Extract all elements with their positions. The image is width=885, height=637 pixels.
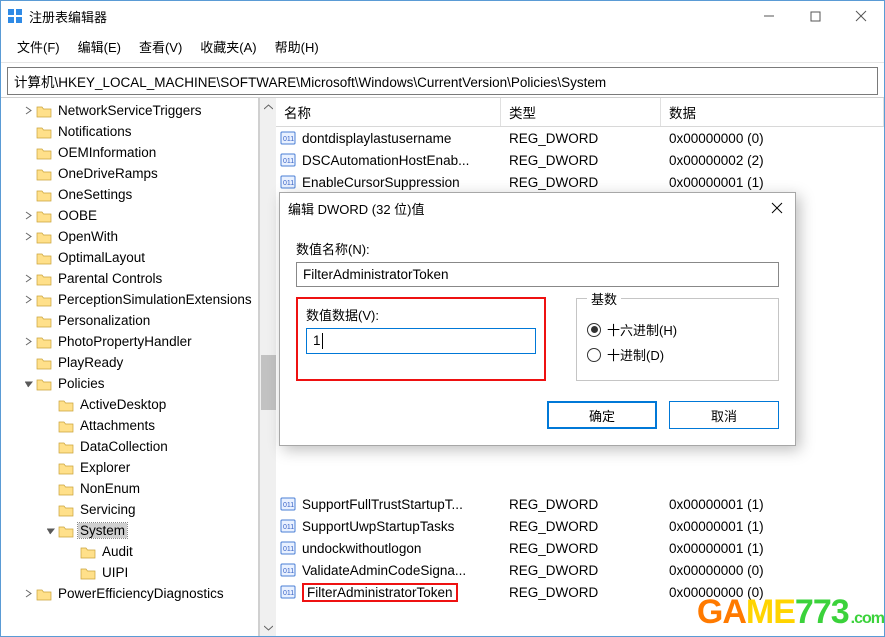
tree-item[interactable]: PhotoPropertyHandler [1,331,258,352]
value-data-label: 数值数据(V): [306,305,536,324]
tree-item[interactable]: Notifications [1,121,258,142]
value-row[interactable]: 011EnableCursorSuppressionREG_DWORD0x000… [276,171,884,193]
svg-text:011: 011 [283,568,294,575]
scroll-up-icon[interactable] [260,98,276,115]
ok-button[interactable]: 确定 [547,401,657,429]
value-row[interactable]: 011dontdisplaylastusernameREG_DWORD0x000… [276,127,884,149]
tree-item[interactable]: OEMInformation [1,142,258,163]
app-icon [7,8,23,24]
tree-item[interactable]: NonEnum [1,478,258,499]
tree-item[interactable]: Servicing [1,499,258,520]
radio-unchecked-icon [587,348,601,362]
close-button[interactable] [838,1,884,31]
radio-dec[interactable]: 十进制(D) [587,345,768,364]
path-input[interactable]: 计算机\HKEY_LOCAL_MACHINE\SOFTWARE\Microsof… [7,67,878,95]
tree-item[interactable]: PlayReady [1,352,258,373]
registry-tree[interactable]: NetworkServiceTriggersNotificationsOEMIn… [1,98,259,636]
svg-text:011: 011 [283,546,294,553]
tree-item[interactable]: Personalization [1,310,258,331]
tree-item[interactable]: PerceptionSimulationExtensions [1,289,258,310]
column-name[interactable]: 名称 [276,98,501,126]
tree-item[interactable]: Explorer [1,457,258,478]
value-row[interactable]: 011DSCAutomationHostEnab...REG_DWORD0x00… [276,149,884,171]
svg-text:011: 011 [283,524,294,531]
value-row[interactable]: 011SupportFullTrustStartupT...REG_DWORD0… [276,493,884,515]
tree-item[interactable]: OneSettings [1,184,258,205]
dialog-title: 编辑 DWORD (32 位)值 [288,199,767,218]
tree-item[interactable]: PowerEfficiencyDiagnostics [1,583,258,604]
tree-item[interactable]: NetworkServiceTriggers [1,100,258,121]
titlebar[interactable]: 注册表编辑器 [1,1,884,31]
base-fieldset: 基数 十六进制(H) 十进制(D) [576,289,779,381]
tree-item[interactable]: OpenWith [1,226,258,247]
minimize-button[interactable] [746,1,792,31]
tree-item[interactable]: Parental Controls [1,268,258,289]
menu-edit[interactable]: 编辑(E) [72,35,127,58]
value-name-label: 数值名称(N): [296,239,779,258]
value-name-field[interactable]: FilterAdministratorToken [296,262,779,287]
svg-text:011: 011 [283,180,294,187]
svg-text:011: 011 [283,158,294,165]
tree-item[interactable]: ActiveDesktop [1,394,258,415]
column-data[interactable]: 数据 [661,98,884,126]
tree-item[interactable]: Policies [1,373,258,394]
radio-hex[interactable]: 十六进制(H) [587,320,768,339]
tree-item[interactable]: Attachments [1,415,258,436]
scroll-thumb[interactable] [261,355,276,410]
menubar: 文件(F) 编辑(E) 查看(V) 收藏夹(A) 帮助(H) [1,31,884,63]
cancel-button[interactable]: 取消 [669,401,779,429]
tree-item[interactable]: UIPI [1,562,258,583]
value-row[interactable]: 011undockwithoutlogonREG_DWORD0x00000001… [276,537,884,559]
value-data-field[interactable]: 1 [306,328,536,354]
menu-view[interactable]: 查看(V) [133,35,188,58]
tree-item[interactable]: OneDriveRamps [1,163,258,184]
menu-file[interactable]: 文件(F) [11,35,66,58]
base-legend: 基数 [587,289,621,308]
column-type[interactable]: 类型 [501,98,661,126]
svg-text:011: 011 [283,590,294,597]
edit-dword-dialog: 编辑 DWORD (32 位)值 数值名称(N): FilterAdminist… [279,192,796,446]
menu-favorites[interactable]: 收藏夹(A) [194,35,262,58]
window-title: 注册表编辑器 [29,7,746,26]
menu-help[interactable]: 帮助(H) [269,35,325,58]
svg-text:011: 011 [283,502,294,509]
maximize-button[interactable] [792,1,838,31]
dialog-close-button[interactable] [767,198,787,218]
scroll-down-icon[interactable] [260,619,276,636]
radio-checked-icon [587,323,601,337]
value-row[interactable]: 011SupportUwpStartupTasksREG_DWORD0x0000… [276,515,884,537]
tree-item[interactable]: OptimalLayout [1,247,258,268]
value-row[interactable]: 011ValidateAdminCodeSigna...REG_DWORD0x0… [276,559,884,581]
tree-item[interactable]: Audit [1,541,258,562]
tree-item[interactable]: DataCollection [1,436,258,457]
svg-text:011: 011 [283,136,294,143]
tree-item[interactable]: System [1,520,258,541]
tree-item[interactable]: OOBE [1,205,258,226]
tree-scrollbar[interactable] [259,98,276,636]
value-row[interactable]: 011FilterAdministratorTokenREG_DWORD0x00… [276,581,884,603]
list-header[interactable]: 名称 类型 数据 [276,98,884,127]
